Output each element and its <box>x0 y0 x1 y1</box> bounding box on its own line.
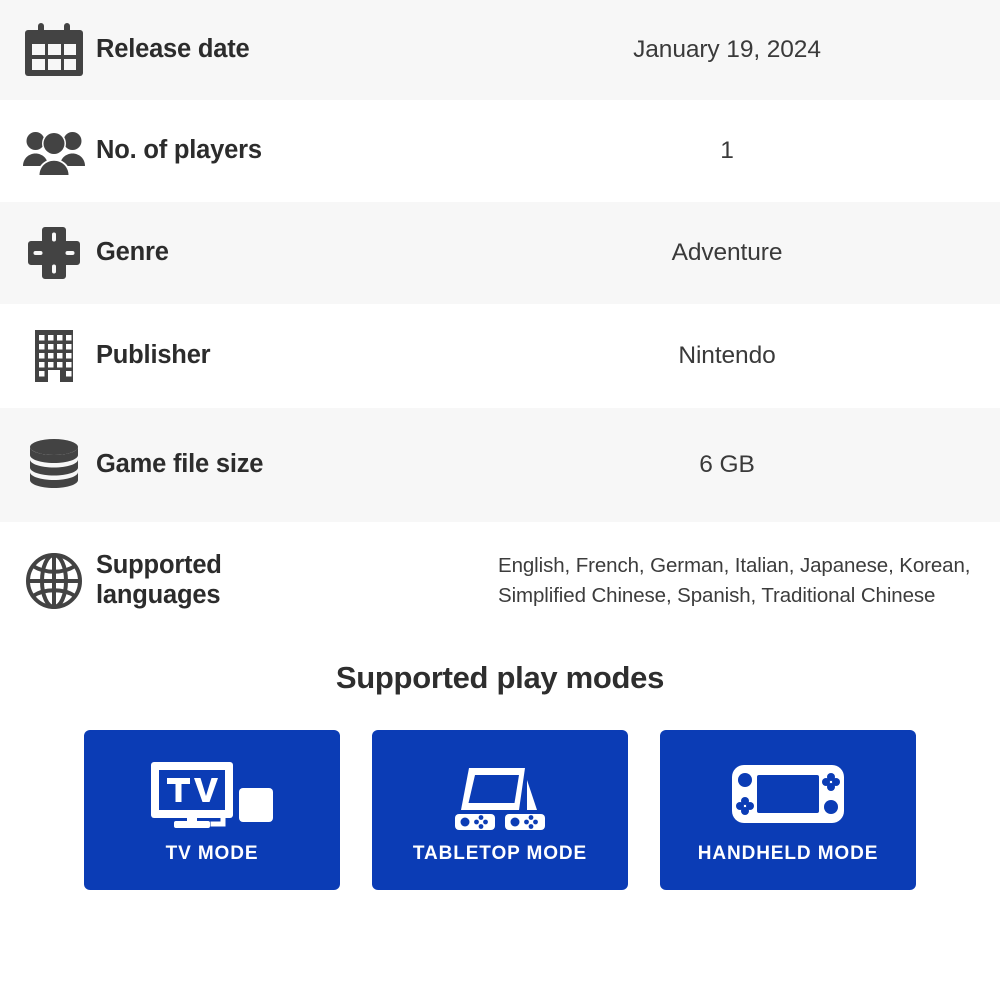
play-mode-card-handheld[interactable]: HANDHELD MODE <box>660 730 916 890</box>
languages-line1: English, French, German, Italian, Japane… <box>498 553 971 577</box>
dpad-icon <box>22 220 88 286</box>
spec-label-genre: Genre <box>96 238 169 267</box>
spec-value-publisher: Nintendo <box>678 342 776 369</box>
spec-label-supported-languages-line2: languages <box>96 581 221 609</box>
spec-right-game-file-size: 6 GB <box>470 451 1000 479</box>
tabletop-mode-icon <box>445 755 555 833</box>
play-mode-label-tv: TV MODE <box>165 843 259 864</box>
players-icon <box>22 118 88 184</box>
globe-icon <box>22 548 88 614</box>
supported-play-modes-title: Supported play modes <box>335 660 665 695</box>
spec-label-supported-languages: Supported languages <box>88 551 222 611</box>
spec-right-genre: Adventure <box>470 239 1000 267</box>
spec-left-no-of-players: No. of players <box>0 118 470 184</box>
game-spec-table: Release date January 19, 2024 No. of pla… <box>0 0 1000 640</box>
spec-row-publisher: Publisher Nintendo <box>0 304 1000 408</box>
database-icon <box>22 432 88 498</box>
spec-row-genre: Genre Adventure <box>0 202 1000 304</box>
play-mode-card-tabletop[interactable]: TABLETOP MODE <box>372 730 628 890</box>
spec-value-game-file-size: 6 GB <box>699 451 755 478</box>
spec-value-supported-languages: English, French, German, Italian, Japane… <box>498 551 970 611</box>
building-icon <box>22 323 88 389</box>
spec-value-genre: Adventure <box>671 239 783 266</box>
spec-left-release-date: Release date <box>0 17 470 83</box>
play-mode-label-handheld: HANDHELD MODE <box>697 843 879 864</box>
spec-label-no-of-players: No. of players <box>96 136 262 165</box>
languages-line2: Simplified Chinese, Spanish, Traditional… <box>498 584 936 607</box>
spec-left-game-file-size: Game file size <box>0 432 470 498</box>
spec-left-publisher: Publisher <box>0 323 470 389</box>
spec-right-no-of-players: 1 <box>470 137 1000 165</box>
play-mode-card-tv[interactable]: TV MODE <box>84 730 340 890</box>
spec-label-supported-languages-line1: Supported <box>96 551 222 580</box>
spec-left-genre: Genre <box>0 220 470 286</box>
play-mode-label-tabletop: TABLETOP MODE <box>412 843 588 864</box>
spec-value-no-of-players: 1 <box>720 137 734 164</box>
handheld-mode-icon <box>730 755 846 833</box>
calendar-icon <box>22 17 88 83</box>
play-mode-cards: TV MODE TABLETOP MODE HANDHELD MODE <box>0 730 1000 890</box>
spec-row-no-of-players: No. of players 1 <box>0 100 1000 202</box>
spec-right-release-date: January 19, 2024 <box>470 36 1000 64</box>
spec-right-publisher: Nintendo <box>470 342 1000 370</box>
spec-label-publisher: Publisher <box>96 341 211 370</box>
spec-label-release-date: Release date <box>96 35 250 64</box>
supported-play-modes-section: Supported play modes TV MODE TABLETOP MO… <box>0 640 1000 890</box>
spec-label-game-file-size: Game file size <box>96 450 264 479</box>
spec-row-release-date: Release date January 19, 2024 <box>0 0 1000 100</box>
game-details-page: Release date January 19, 2024 No. of pla… <box>0 0 1000 1000</box>
spec-right-supported-languages: English, French, German, Italian, Japane… <box>470 551 1000 611</box>
spec-row-game-file-size: Game file size 6 GB <box>0 408 1000 522</box>
spec-left-supported-languages: Supported languages <box>0 548 470 614</box>
spec-row-supported-languages: Supported languages English, French, Ger… <box>0 522 1000 640</box>
tv-mode-icon <box>147 755 277 833</box>
spec-value-release-date: January 19, 2024 <box>633 36 821 63</box>
